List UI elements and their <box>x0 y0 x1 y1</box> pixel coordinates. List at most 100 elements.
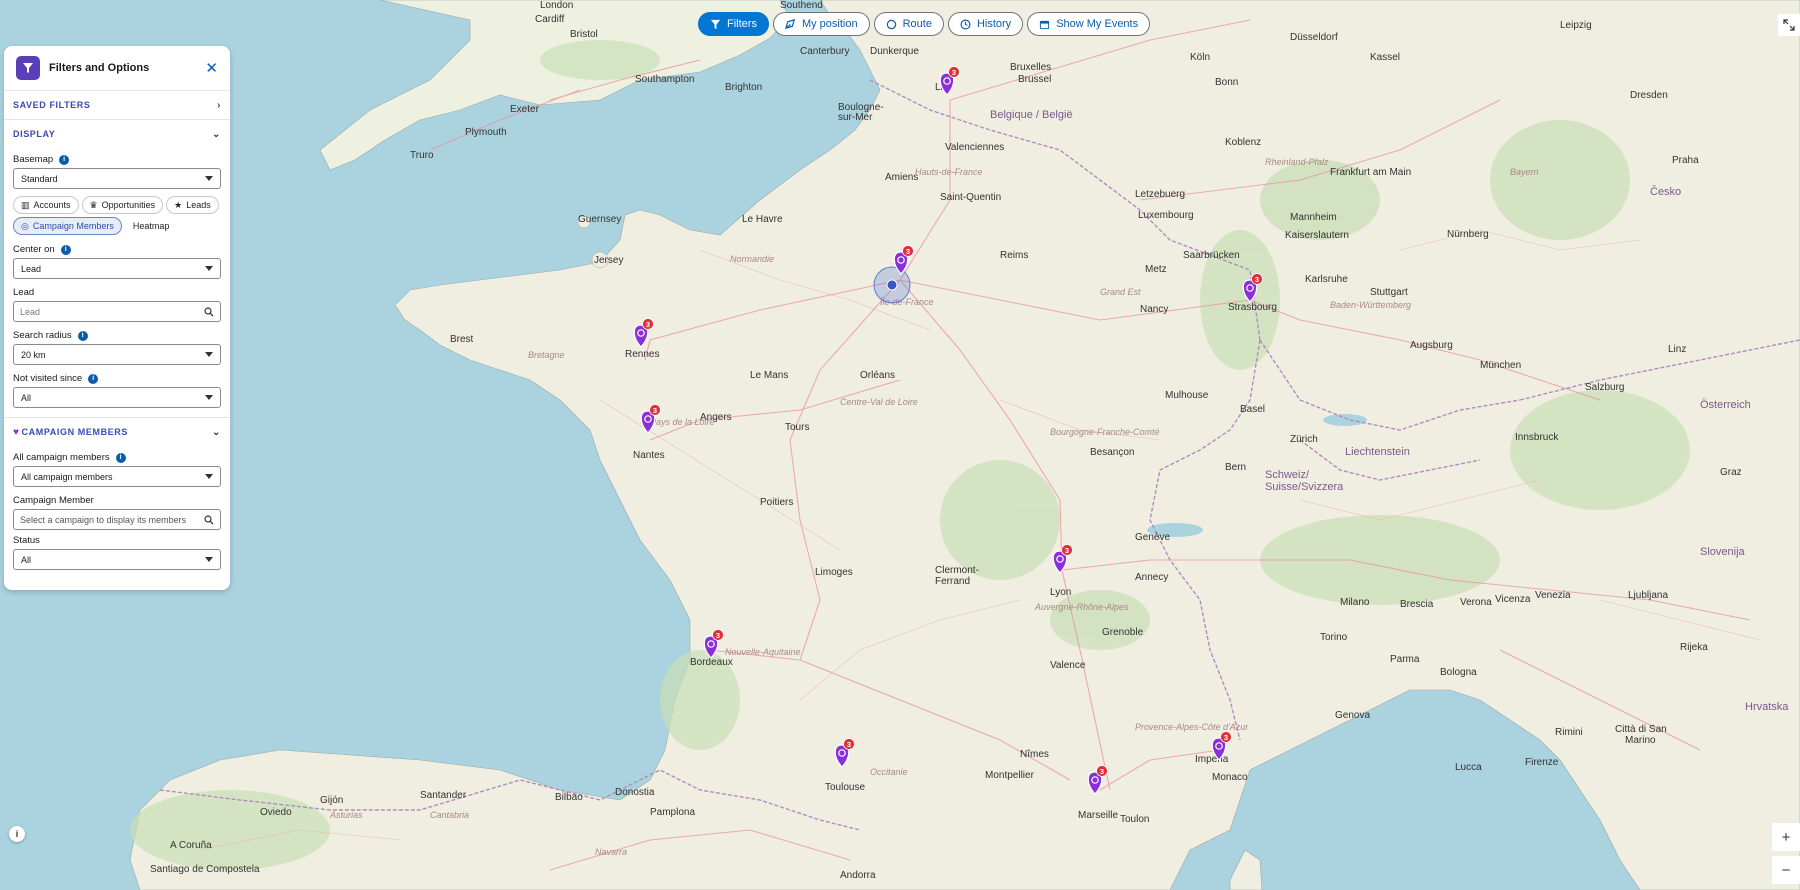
chevron-down-icon: ⌄ <box>212 426 221 438</box>
center-on-select[interactable]: Lead <box>13 258 221 279</box>
show-my-events-button[interactable]: Show My Events <box>1027 12 1151 36</box>
opportunities-chip[interactable]: ♛ Opportunities <box>81 196 164 214</box>
svg-text:Pamplona: Pamplona <box>650 807 695 818</box>
chevron-down-icon: ⌄ <box>212 128 221 140</box>
lead-placeholder: Lead <box>20 306 41 317</box>
display-section[interactable]: DISPLAY ⌄ <box>4 119 230 148</box>
info-icon[interactable]: i <box>88 373 99 384</box>
leads-chip[interactable]: ★ Leads <box>166 196 219 214</box>
svg-text:Rheinland-Pfalz: Rheinland-Pfalz <box>1265 157 1329 167</box>
all-campaign-members-label: All campaign members <box>13 452 110 463</box>
svg-text:Frankfurt am Main: Frankfurt am Main <box>1330 167 1411 178</box>
info-icon: i <box>15 829 19 839</box>
close-icon[interactable]: ✕ <box>205 61 218 76</box>
search-radius-field-label: Search radius i <box>4 322 230 344</box>
svg-text:Centre-Val de Loire: Centre-Val de Loire <box>840 397 918 407</box>
svg-text:Tours: Tours <box>785 422 809 433</box>
filters-button[interactable]: Filters <box>698 12 769 36</box>
svg-text:Cantabria: Cantabria <box>430 810 469 820</box>
svg-text:Amiens: Amiens <box>885 172 918 183</box>
accounts-chip[interactable]: ▥ Accounts <box>13 196 79 214</box>
campaign-member-field-label: Campaign Member <box>4 487 230 509</box>
location-icon <box>785 18 795 29</box>
not-visited-value: All <box>21 392 32 403</box>
map-canvas[interactable]: Celtic Sea London Southend Cardiff Brist… <box>0 0 1800 890</box>
all-campaign-members-select[interactable]: All campaign members <box>13 466 221 487</box>
leads-chip-label: Leads <box>186 200 211 210</box>
svg-text:Strasbourg: Strasbourg <box>1228 302 1277 313</box>
svg-text:Limoges: Limoges <box>815 567 853 578</box>
svg-text:Stuttgart: Stuttgart <box>1370 287 1408 298</box>
map-toolbar: Filters My position Route History Show M… <box>698 12 1151 36</box>
building-icon: ▥ <box>21 199 30 210</box>
svg-text:Bretagne: Bretagne <box>528 350 565 360</box>
filter-icon <box>710 19 721 29</box>
caret-down-icon <box>205 474 213 479</box>
campaign-members-section[interactable]: ♥ CAMPAIGN MEMBERS ⌄ <box>4 417 230 446</box>
basemap-select[interactable]: Standard <box>13 168 221 189</box>
info-icon[interactable]: i <box>77 330 88 341</box>
star-icon: ★ <box>174 199 183 210</box>
campaign-member-search-input[interactable]: Select a campaign to display its members <box>13 509 221 530</box>
basemap-field-label: Basemap i <box>4 148 230 168</box>
not-visited-select[interactable]: All <box>13 387 221 408</box>
svg-text:Cardiff: Cardiff <box>535 14 564 25</box>
accounts-chip-label: Accounts <box>33 200 71 210</box>
svg-text:Bordeaux: Bordeaux <box>690 657 733 668</box>
search-icon <box>204 306 214 316</box>
history-label: History <box>976 18 1012 30</box>
svg-text:Innsbruck: Innsbruck <box>1515 432 1559 443</box>
crown-icon: ♛ <box>89 199 98 210</box>
svg-text:Liechtenstein: Liechtenstein <box>1345 446 1410 458</box>
status-select[interactable]: All <box>13 549 221 570</box>
fullscreen-button[interactable] <box>1778 14 1800 36</box>
search-radius-label: Search radius <box>13 330 72 341</box>
svg-text:Le Havre: Le Havre <box>742 214 783 225</box>
zoom-in-button[interactable]: + <box>1772 823 1800 851</box>
svg-text:Suisse/Svizzera: Suisse/Svizzera <box>1265 481 1344 493</box>
svg-text:Plymouth: Plymouth <box>465 127 507 138</box>
plus-icon: + <box>1781 828 1791 846</box>
heatmap-chip[interactable]: Heatmap <box>125 217 178 235</box>
search-radius-select[interactable]: 20 km <box>13 344 221 365</box>
svg-text:Metz: Metz <box>1145 264 1167 275</box>
map-info-button[interactable]: i <box>9 826 25 842</box>
zoom-out-button[interactable]: − <box>1772 856 1800 884</box>
svg-text:Mannheim: Mannheim <box>1290 212 1337 223</box>
expand-icon <box>1783 19 1795 31</box>
info-icon[interactable]: i <box>115 452 126 463</box>
svg-text:Firenze: Firenze <box>1525 757 1559 768</box>
info-icon[interactable]: i <box>60 244 71 255</box>
info-icon[interactable]: i <box>59 154 70 165</box>
svg-text:Guernsey: Guernsey <box>578 214 621 225</box>
history-button[interactable]: History <box>947 12 1024 36</box>
campaign-member-label: Campaign Member <box>13 495 94 506</box>
svg-text:Exeter: Exeter <box>510 104 540 115</box>
svg-text:Valence: Valence <box>1050 660 1086 671</box>
saved-filters-section[interactable]: SAVED FILTERS › <box>4 90 230 119</box>
svg-text:Poitiers: Poitiers <box>760 497 793 508</box>
route-button[interactable]: Route <box>873 12 944 36</box>
svg-text:Milano: Milano <box>1340 597 1370 608</box>
svg-text:Besançon: Besançon <box>1090 447 1134 458</box>
marker-count: 3 <box>1065 546 1069 555</box>
basemap-value: Standard <box>21 173 58 184</box>
svg-text:Bilbao: Bilbao <box>555 792 583 803</box>
svg-text:Ljubljana: Ljubljana <box>1628 590 1668 601</box>
campaign-members-chip[interactable]: ◎ Campaign Members <box>13 217 122 235</box>
filter-icon <box>16 56 40 80</box>
filters-panel: Filters and Options ✕ SAVED FILTERS › DI… <box>4 46 230 590</box>
my-position-button[interactable]: My position <box>772 12 870 36</box>
svg-text:Truro: Truro <box>410 150 434 161</box>
svg-text:Marino: Marino <box>1625 735 1656 746</box>
lead-search-input[interactable]: Lead <box>13 301 221 322</box>
svg-text:Bonn: Bonn <box>1215 77 1238 88</box>
svg-text:Provence-Alpes-Côte d'Azur: Provence-Alpes-Côte d'Azur <box>1135 722 1249 732</box>
svg-text:Bourgogne-Franche-Comté: Bourgogne-Franche-Comté <box>1050 427 1160 437</box>
svg-text:London: London <box>540 0 573 11</box>
svg-text:Dresden: Dresden <box>1630 90 1668 101</box>
svg-text:Saint-Quentin: Saint-Quentin <box>940 192 1001 203</box>
svg-text:Annecy: Annecy <box>1135 572 1168 583</box>
svg-text:Ferrand: Ferrand <box>935 576 970 587</box>
status-value: All <box>21 554 32 565</box>
